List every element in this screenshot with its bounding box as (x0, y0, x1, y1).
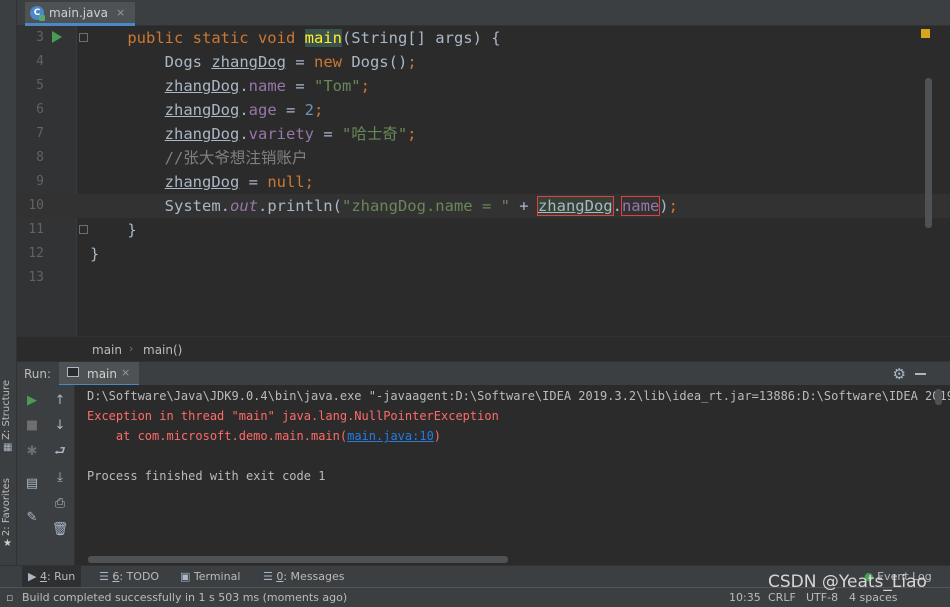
line-number[interactable]: 4 (17, 50, 44, 74)
stacktrace-suffix: ) (433, 429, 442, 443)
tool-tab-terminal[interactable]: ▣ Terminal (174, 566, 246, 588)
stop-icon[interactable]: ■ (23, 417, 41, 435)
line-number[interactable]: 5 (17, 74, 44, 98)
code-line[interactable]: 5 zhangDog.name = "Tom"; (17, 74, 950, 98)
console-command-line: D:\Software\Java\JDK9.0.4\bin\java.exe "… (87, 389, 950, 403)
stacktrace-link[interactable]: main.java:10 (347, 429, 434, 443)
code-line[interactable]: 12} (17, 242, 950, 266)
code-text: System.out.println("zhangDog.name = " + … (127, 196, 678, 216)
console-exception-line: Exception in thread "main" java.lang.Nul… (87, 409, 499, 423)
console-vertical-scrollbar[interactable] (935, 389, 942, 405)
line-number[interactable]: 7 (17, 122, 44, 146)
messages-icon: ☰ (263, 570, 277, 583)
code-line[interactable]: 9 zhangDog = null; (17, 170, 950, 194)
console-output[interactable]: D:\Software\Java\JDK9.0.4\bin\java.exe "… (75, 385, 950, 565)
line-number[interactable]: 10 (17, 194, 44, 218)
editor-tab-bar: C main.java × (17, 0, 950, 26)
run-label: Run: (24, 367, 52, 381)
stacktrace-prefix: at com.microsoft.demo.main.main( (87, 429, 348, 443)
structure-icon: ▦ (3, 442, 13, 453)
pin-icon[interactable]: ✎ (23, 509, 41, 527)
code-text: } (127, 221, 137, 239)
console-icon (67, 367, 79, 377)
line-number[interactable]: 9 (17, 170, 44, 194)
code-text: } (90, 245, 100, 263)
code-line[interactable]: 8 //张大爷想注销账户 (17, 146, 950, 170)
code-line[interactable]: 11 } (17, 218, 950, 242)
tool-tab-messages[interactable]: ☰ 0: Messages (257, 566, 351, 588)
favorites-tool-tab[interactable]: 2: Favorites (1, 478, 16, 536)
java-class-icon: C (30, 6, 45, 21)
soft-wrap-icon[interactable]: ⮐ (51, 443, 69, 461)
code-line[interactable]: 6 zhangDog.age = 2; (17, 98, 950, 122)
status-layout-icon[interactable]: ▫ (6, 589, 13, 607)
code-text: zhangDog.variety = "哈士奇"; (164, 125, 417, 143)
code-line[interactable]: 10 System.out.println("zhangDog.name = "… (17, 194, 950, 218)
arrow-up-icon[interactable]: ↑ (51, 392, 69, 410)
code-text: zhangDog.age = 2; (164, 101, 324, 119)
print-icon[interactable]: ⎙ (51, 495, 69, 513)
debug-icon[interactable]: ✱ (23, 443, 41, 461)
run-gutter-icon[interactable] (52, 31, 62, 43)
fold-icon[interactable] (79, 225, 88, 234)
run-tab-main[interactable]: main × (59, 362, 139, 386)
tab-label: main.java (49, 5, 108, 20)
terminal-icon: ▣ (180, 570, 194, 583)
left-tool-strip: Z: Structure ▦ 2: Favorites ★ (0, 0, 17, 587)
code-text: public static void main(String[] args) { (127, 29, 501, 47)
tool-tab-run[interactable]: ▶ 4: Run (22, 566, 82, 588)
code-text: Dogs zhangDog = new Dogs(); (127, 53, 417, 71)
console-stacktrace-line: at com.microsoft.demo.main.main(main.jav… (87, 429, 441, 443)
run-toolbar-primary: ▶ ■ ✱ ▤ ✎ (17, 385, 45, 565)
code-line[interactable]: 13 (17, 266, 950, 290)
star-icon: ★ (3, 538, 12, 549)
code-text: zhangDog.name = "Tom"; (164, 77, 370, 95)
code-text: //张大爷想注销账户 (127, 149, 308, 167)
tab-main-java[interactable]: C main.java × (25, 2, 136, 26)
code-line[interactable]: 4 Dogs zhangDog = new Dogs(); (17, 50, 950, 74)
code-editor[interactable]: 3 public static void main(String[] args)… (17, 26, 950, 336)
console-horizontal-scrollbar[interactable] (88, 556, 508, 563)
breadcrumb: main › main() (17, 336, 950, 361)
trash-icon[interactable]: 🗑 (51, 521, 69, 539)
line-number[interactable]: 3 (17, 26, 44, 50)
play-icon: ▶ (28, 570, 40, 583)
line-number[interactable]: 13 (17, 266, 44, 290)
breadcrumb-method[interactable]: main() (143, 343, 182, 357)
code-line[interactable]: 3 public static void main(String[] args)… (17, 26, 950, 50)
line-number[interactable]: 6 (17, 98, 44, 122)
chevron-right-icon: › (129, 342, 134, 355)
line-number[interactable]: 8 (17, 146, 44, 170)
structure-tool-tab[interactable]: Z: Structure (1, 380, 16, 440)
rerun-icon[interactable]: ▶ (23, 392, 41, 410)
close-icon[interactable]: × (116, 6, 125, 19)
watermark: CSDN @Yeats_Liao (768, 572, 927, 592)
layout-icon[interactable]: ▤ (23, 475, 41, 493)
arrow-down-icon[interactable]: ↓ (51, 417, 69, 435)
close-icon[interactable]: × (121, 366, 130, 379)
breadcrumb-class[interactable]: main (92, 343, 122, 357)
status-message[interactable]: Build completed successfully in 1 s 503 … (22, 589, 347, 607)
tool-tab-todo[interactable]: ☰ 6: TODO (93, 566, 165, 588)
editor-scrollbar[interactable] (925, 78, 932, 228)
line-number[interactable]: 11 (17, 218, 44, 242)
analysis-marker-icon[interactable] (921, 29, 930, 38)
minus-icon[interactable] (915, 373, 926, 375)
line-number[interactable]: 12 (17, 242, 44, 266)
run-toolbar-secondary: ↑ ↓ ⮐ ⤓ ⎙ 🗑 (45, 385, 75, 565)
fold-icon[interactable] (79, 33, 88, 42)
gear-icon[interactable]: ⚙ (893, 365, 906, 383)
caret-position[interactable]: 10:35 (729, 589, 761, 607)
console-exit-line: Process finished with exit code 1 (87, 469, 326, 483)
scroll-to-end-icon[interactable]: ⤓ (51, 469, 69, 487)
run-panel-header: Run: main × ⚙ (17, 361, 950, 386)
list-icon: ☰ (99, 570, 113, 583)
code-line[interactable]: 7 zhangDog.variety = "哈士奇"; (17, 122, 950, 146)
run-tab-label: main (87, 367, 117, 381)
code-text: zhangDog = null; (164, 173, 314, 191)
